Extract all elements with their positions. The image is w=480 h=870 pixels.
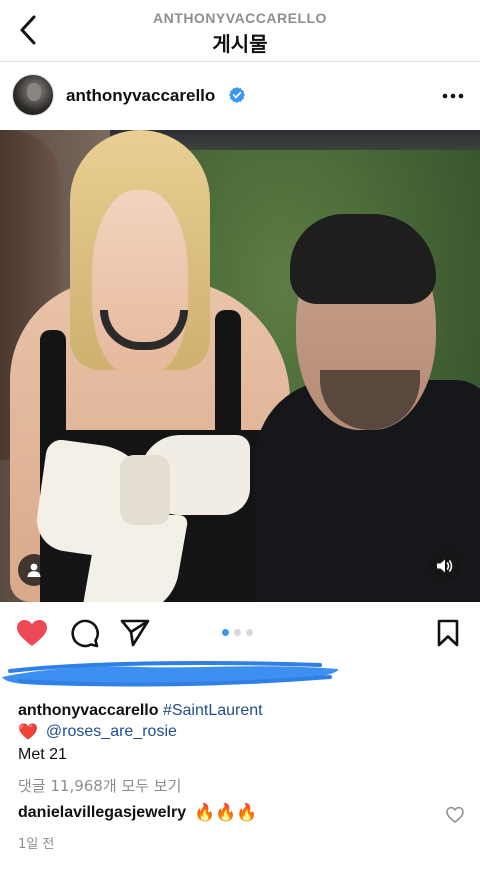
red-heart-emoji: ❤️ bbox=[18, 724, 38, 741]
view-all-comments-link[interactable]: 댓글 11,968개 모두 보기 bbox=[18, 775, 181, 796]
tag-user-icon bbox=[27, 563, 41, 577]
post-username[interactable]: anthonyvaccarello bbox=[66, 86, 215, 106]
like-button[interactable] bbox=[16, 618, 48, 648]
post-video[interactable] bbox=[0, 130, 480, 602]
caption-hashtag[interactable]: #SaintLaurent bbox=[163, 702, 263, 719]
action-bar bbox=[0, 602, 480, 660]
carousel-dot bbox=[234, 629, 241, 636]
caption-mention-line: ❤️ @roses_are_rosie bbox=[18, 722, 177, 742]
share-icon bbox=[120, 619, 150, 647]
more-options-icon bbox=[442, 93, 464, 99]
carousel-dot bbox=[222, 629, 229, 636]
caption-mention[interactable]: @roses_are_rosie bbox=[46, 723, 177, 741]
tagged-users-button[interactable] bbox=[18, 554, 50, 586]
caption-username[interactable]: anthonyvaccarello bbox=[18, 702, 159, 719]
post-timestamp: 1일 전 bbox=[18, 837, 55, 852]
share-button[interactable] bbox=[119, 618, 151, 648]
header-account-name: ANTHONYVACCARELLO bbox=[153, 10, 327, 26]
comment-username[interactable]: danielavillegasjewelry bbox=[18, 804, 186, 822]
carousel-dot bbox=[246, 629, 253, 636]
heart-outline-icon[interactable] bbox=[446, 806, 464, 824]
save-button[interactable] bbox=[432, 618, 464, 648]
caption-text: Met 21 bbox=[18, 746, 67, 763]
video-frame bbox=[0, 130, 480, 602]
carousel-indicator bbox=[222, 629, 253, 636]
more-options-button[interactable] bbox=[438, 84, 468, 108]
verified-badge-icon bbox=[229, 87, 245, 103]
caption-line: anthonyvaccarello #SaintLaurent bbox=[18, 700, 468, 722]
comment-button[interactable] bbox=[68, 618, 100, 648]
heart-filled-icon bbox=[17, 620, 47, 646]
avatar[interactable] bbox=[12, 74, 54, 116]
page-title: 게시물 bbox=[212, 32, 268, 56]
comment-preview: danielavillegasjewelry 🔥🔥🔥 bbox=[18, 803, 258, 823]
sound-toggle-button[interactable] bbox=[429, 550, 461, 582]
post-header: anthonyvaccarello bbox=[0, 62, 480, 130]
top-header: ANTHONYVACCARELLO 게시물 bbox=[0, 0, 480, 62]
redaction-scribble bbox=[2, 661, 339, 687]
bookmark-icon bbox=[437, 619, 459, 647]
sound-icon bbox=[437, 559, 453, 573]
comment-icon bbox=[71, 619, 99, 648]
comment-text: 🔥🔥🔥 bbox=[194, 803, 258, 822]
